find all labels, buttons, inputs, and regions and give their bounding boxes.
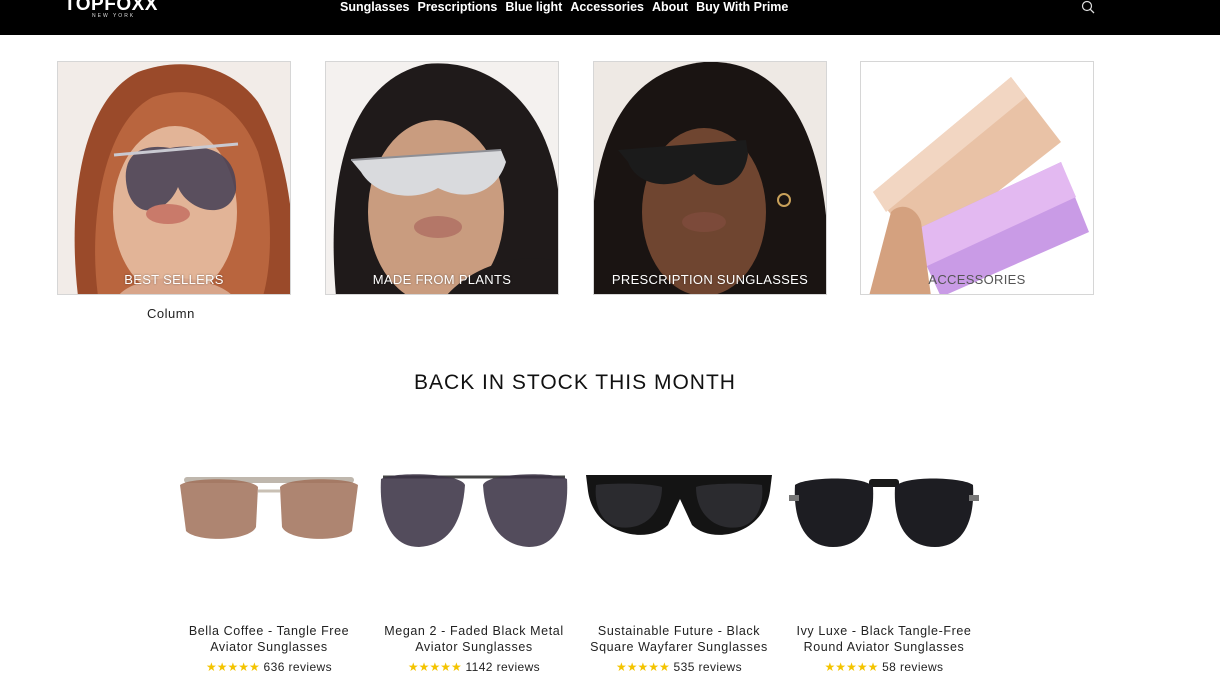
nav-prescriptions[interactable]: Prescriptions — [417, 0, 497, 16]
product-title: Ivy Luxe - Black Tangle-Free Round Aviat… — [785, 623, 983, 655]
main-nav: Sunglasses Prescriptions Blue light Acce… — [340, 0, 796, 16]
nav-sunglasses[interactable]: Sunglasses — [340, 0, 409, 16]
accessories-photo — [861, 62, 1093, 294]
product-title-line1: Bella Coffee - Tangle Free — [188, 624, 350, 638]
review-count[interactable]: 1142 reviews — [465, 660, 540, 674]
product-card[interactable]: Bella Coffee - Tangle Free Aviator Sungl… — [170, 455, 368, 674]
product-rating: ★★★★★ 636 reviews — [170, 660, 368, 674]
product-card[interactable]: Sustainable Future - Black Square Wayfar… — [580, 455, 778, 674]
category-label: MADE FROM PLANTS — [372, 272, 512, 287]
review-count[interactable]: 58 reviews — [882, 660, 943, 674]
made-from-plants-photo — [326, 62, 558, 294]
category-tile-best-sellers[interactable]: BEST SELLERS — [57, 61, 291, 295]
product-title-line1: Sustainable Future - Black — [597, 624, 761, 638]
review-count[interactable]: 636 reviews — [264, 660, 332, 674]
review-count[interactable]: 535 reviews — [674, 660, 742, 674]
product-card[interactable]: Megan 2 - Faded Black Metal Aviator Sung… — [375, 455, 573, 674]
product-title-line1: Megan 2 - Faded Black Metal — [384, 624, 564, 638]
category-tile-made-from-plants[interactable]: MADE FROM PLANTS — [325, 61, 559, 295]
product-title-line2: Aviator Sunglasses — [210, 640, 328, 654]
star-rating-icon: ★★★★★ — [824, 660, 879, 674]
topfoxx-logo[interactable]: TOPFOXX® NEW YORK — [64, 0, 162, 19]
product-image — [785, 455, 983, 575]
product-card[interactable]: Ivy Luxe - Black Tangle-Free Round Aviat… — [785, 455, 983, 674]
category-label: ACCESSORIES — [928, 272, 1026, 287]
logo-subtitle: NEW YORK — [92, 13, 136, 19]
product-title-line2: Round Aviator Sunglasses — [803, 640, 965, 654]
nav-buy-with-prime[interactable]: Buy With Prime — [696, 0, 788, 16]
category-tile-prescription-sunglasses[interactable]: PRESCRIPTION SUNGLASSES — [593, 61, 827, 295]
product-image — [580, 455, 778, 575]
category-label: BEST SELLERS — [124, 272, 224, 287]
product-title: Sustainable Future - Black Square Wayfar… — [580, 623, 778, 655]
product-title: Megan 2 - Faded Black Metal Aviator Sung… — [375, 623, 573, 655]
prescription-sunglasses-photo — [594, 62, 826, 294]
search-icon[interactable] — [1080, 0, 1096, 16]
product-image — [170, 455, 368, 575]
nav-about[interactable]: About — [652, 0, 688, 16]
category-label: PRESCRIPTION SUNGLASSES — [611, 272, 809, 287]
star-rating-icon: ★★★★★ — [616, 660, 670, 674]
product-title-line2: Square Wayfarer Sunglasses — [590, 640, 768, 654]
top-navigation-bar: TOPFOXX® NEW YORK Sunglasses Prescriptio… — [0, 0, 1220, 35]
product-rating: ★★★★★ 1142 reviews — [375, 660, 573, 674]
column-caption: Column — [147, 306, 195, 321]
nav-accessories[interactable]: Accessories — [570, 0, 644, 16]
section-title: BACK IN STOCK THIS MONTH — [414, 371, 736, 394]
best-sellers-photo — [58, 62, 290, 294]
product-image — [375, 455, 573, 575]
nav-blue-light[interactable]: Blue light — [505, 0, 562, 16]
star-rating-icon: ★★★★★ — [206, 660, 260, 674]
product-rating: ★★★★★ 58 reviews — [785, 660, 983, 674]
star-rating-icon: ★★★★★ — [407, 660, 462, 674]
product-title-line2: Aviator Sunglasses — [415, 640, 533, 654]
product-title: Bella Coffee - Tangle Free Aviator Sungl… — [170, 623, 368, 655]
product-rating: ★★★★★ 535 reviews — [580, 660, 778, 674]
category-tile-accessories[interactable]: ACCESSORIES — [860, 61, 1094, 295]
product-title-line1: Ivy Luxe - Black Tangle-Free — [796, 624, 972, 638]
